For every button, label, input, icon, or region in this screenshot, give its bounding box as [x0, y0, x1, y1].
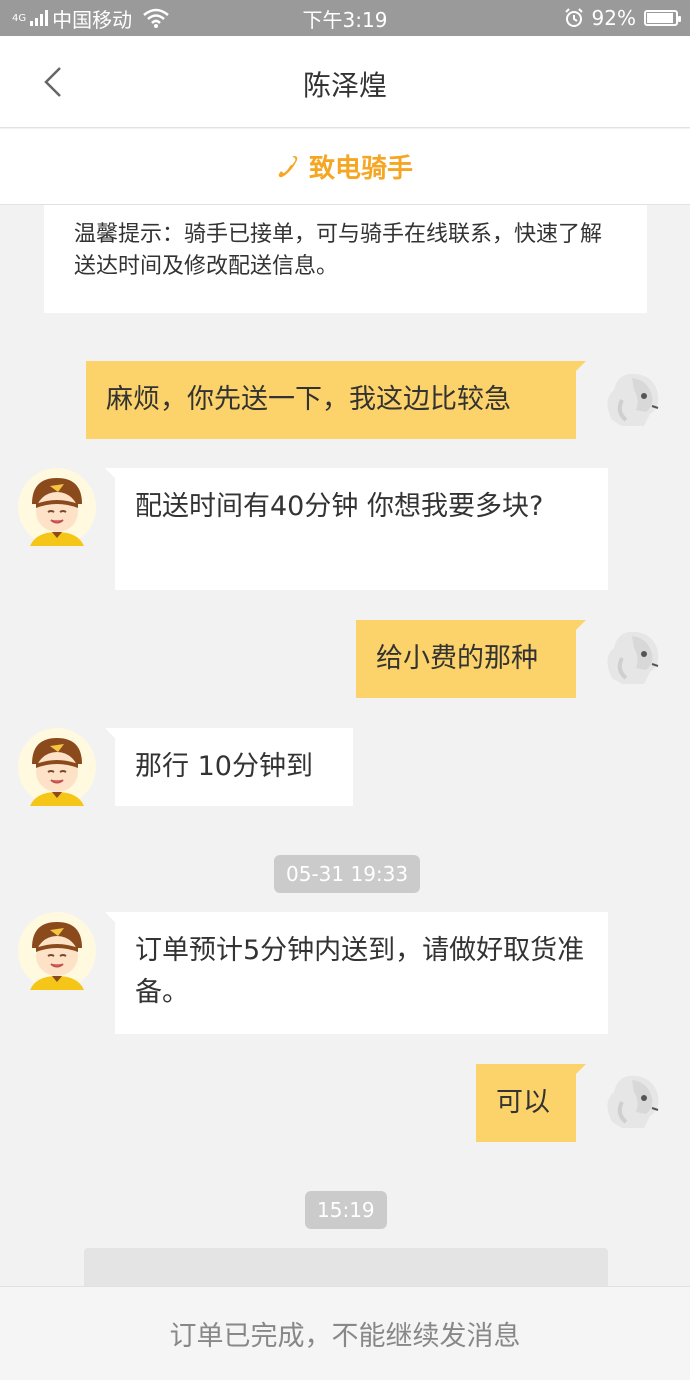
- message-bubble-rider: 那行 10分钟到: [105, 728, 353, 806]
- message-bubble-rider: 配送时间有40分钟 你想我要多块?: [105, 468, 608, 590]
- user-avatar-icon: [592, 618, 670, 696]
- user-avatar-icon: [592, 1062, 670, 1140]
- message-bubble-me: 麻烦，你先送一下，我这边比较急: [86, 361, 586, 439]
- tip-notice: 温馨提示：骑手已接单，可与骑手在线联系，快速了解送达时间及修改配送信息。: [44, 205, 647, 313]
- message-text: 麻烦，你先送一下，我这边比较急: [106, 384, 511, 415]
- battery-percent: 92%: [591, 6, 636, 30]
- signal-icon: [30, 10, 49, 26]
- message-text: 订单预计5分钟内送到，请做好取货准备。: [135, 935, 585, 1008]
- phone-icon: [278, 155, 298, 177]
- message-bubble-rider: 订单预计5分钟内送到，请做好取货准备。: [105, 912, 608, 1034]
- rider-avatar-icon: [18, 912, 96, 990]
- message-text: 给小费的那种: [376, 643, 538, 674]
- timestamp-label: 05-31 19:33: [274, 855, 421, 893]
- call-rider-label: 致电骑手: [308, 154, 413, 184]
- rider-avatar-icon: [18, 468, 96, 546]
- rider-avatar-icon: [18, 728, 96, 806]
- carrier-label: 中国移动: [52, 7, 133, 32]
- battery-icon: [644, 10, 681, 26]
- wifi-icon: [143, 8, 169, 28]
- network-type: 4G: [12, 12, 27, 24]
- chat-closed-text: 订单已完成，不能继续发消息: [169, 1321, 521, 1352]
- chat-title: 陈泽煌: [302, 69, 387, 102]
- status-bar: 4G 中国移动 下午3:19 92%: [0, 0, 690, 36]
- message-text: 配送时间有40分钟 你想我要多块?: [135, 491, 544, 522]
- message-text: 可以: [496, 1087, 550, 1118]
- message-text: 那行 10分钟到: [135, 751, 313, 782]
- tip-text: 温馨提示：骑手已接单，可与骑手在线联系，快速了解送达时间及修改配送信息。: [74, 222, 603, 279]
- message-bubble-me: 可以: [476, 1064, 586, 1142]
- nav-bar: 陈泽煌: [0, 36, 690, 128]
- timestamp-label: 15:19: [305, 1191, 387, 1229]
- call-rider-button[interactable]: 致电骑手: [0, 129, 690, 205]
- chat-closed-notice: 订单已完成，不能继续发消息: [0, 1286, 690, 1380]
- user-avatar-icon: [592, 360, 670, 438]
- alarm-icon: [564, 8, 583, 27]
- message-bubble-me: 给小费的那种: [356, 620, 586, 698]
